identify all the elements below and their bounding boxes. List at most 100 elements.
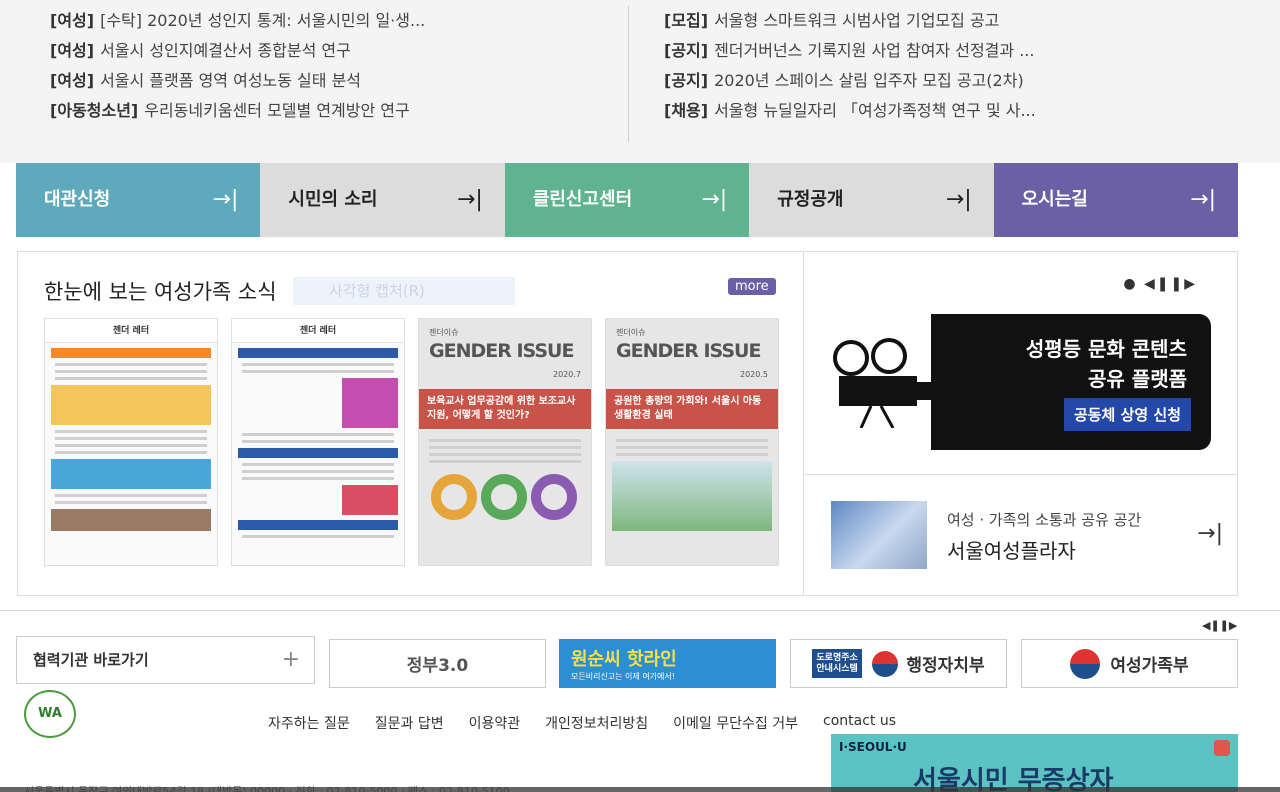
qna-link[interactable]: 질문과 답변	[375, 713, 444, 733]
seoul-women-plaza-link[interactable]: 여성 · 가족의 소통과 공유 공간 서울여성플라자 →|	[805, 475, 1238, 596]
promo-banner[interactable]: 성평등 문화 콘텐츠공유 플랫폼 공동체 상영 신청	[831, 314, 1211, 450]
slider-controls[interactable]: ● ◀❚❚▶	[1123, 276, 1197, 292]
capture-overlay: 사각형 캡처(R)	[293, 277, 515, 305]
thumbnail-date: 2020.5	[740, 370, 768, 379]
color-bar	[238, 520, 398, 530]
logo-text: 행정자치부	[906, 656, 985, 676]
contact-link[interactable]: contact us	[823, 713, 896, 733]
thumbnail-title: GENDER ISSUE	[616, 340, 761, 362]
news-category: [아동청소년]	[50, 101, 139, 120]
list-item[interactable]: [여성] 서울시 플랫폼 영역 여성노동 실태 분석	[50, 66, 610, 96]
image-block	[342, 378, 398, 428]
arrow-right-bar-icon: →|	[1197, 521, 1223, 546]
button-label: 클린신고센터	[532, 189, 633, 210]
building-photo	[831, 501, 927, 569]
promo-headline: 성평등 문화 콘텐츠공유 플랫폼	[1026, 334, 1187, 394]
screening-request-button[interactable]: 공동체 상영 신청	[1063, 398, 1191, 431]
news-title[interactable]: 서울시 플랫폼 영역 여성노동 실태 분석	[100, 71, 361, 90]
citizen-voice-button[interactable]: 시민의 소리 →|	[260, 163, 505, 237]
partner-shortcut-select[interactable]: 협력기관 바로가기 +	[16, 636, 315, 684]
list-item[interactable]: [여성] [수탁] 2020년 성인지 통계: 서울시민의 일·생...	[50, 6, 610, 36]
gov30-logo[interactable]: 정부3.0	[329, 639, 546, 688]
news-category: [여성]	[50, 41, 95, 60]
terms-link[interactable]: 이용약관	[469, 713, 521, 733]
gender-issue-thumbnail[interactable]: 젠더이슈 GENDER ISSUE 2020.5 공원한 총량의 가회와! 서울…	[605, 318, 779, 566]
research-news-list: [여성] [수탁] 2020년 성인지 통계: 서울시민의 일·생... [여성]…	[50, 6, 610, 126]
news-category: [여성]	[50, 11, 95, 30]
notice-list: [모집] 서울형 스마트워크 시범사업 기업모집 공고 [공지] 젠더거버넌스 기록…	[664, 6, 1224, 126]
more-button[interactable]: more	[728, 278, 776, 295]
news-title[interactable]: 서울시 성인지예결산서 종합분석 연구	[100, 41, 351, 60]
taegeuk-icon	[1070, 648, 1101, 679]
image-block	[342, 485, 398, 515]
newsletter-thumbnail[interactable]: 젠더 레터	[231, 318, 405, 566]
news-title[interactable]: 서울형 스마트워크 시범사업 기업모집 공고	[714, 11, 999, 30]
promo-background: 성평등 문화 콘텐츠공유 플랫폼 공동체 상영 신청	[931, 314, 1211, 450]
family-news-panel: 한눈에 보는 여성가족 소식 사각형 캡처(R) more 젠더 레터 젠더 레…	[17, 251, 804, 596]
thumbnail-header: 젠더 레터	[232, 319, 404, 343]
email-refusal-link[interactable]: 이메일 무단수집 거부	[673, 713, 798, 733]
close-icon[interactable]	[1214, 740, 1230, 756]
rental-request-button[interactable]: 대관신청 →|	[16, 163, 261, 237]
window-bottom-edge	[0, 787, 1280, 792]
divider	[0, 610, 1280, 611]
gender-issue-thumbnail[interactable]: 젠더이슈 GENDER ISSUE 2020.7 보육교사 업무공감에 위한 보…	[418, 318, 592, 566]
list-item[interactable]: [모집] 서울형 스마트워크 시범사업 기업모집 공고	[664, 6, 1224, 36]
list-item[interactable]: [공지] 2020년 스페이스 살림 입주자 모집 공고(2차)	[664, 66, 1224, 96]
image-block	[51, 509, 211, 531]
logo-text: 정부3.0	[406, 656, 469, 676]
promo-line: 공유 플랫폼	[1088, 367, 1187, 391]
thumbnail-headline: 보육교사 업무공감에 위한 보조교사 지원, 어떻게 할 것인가?	[419, 389, 591, 429]
news-category: [채용]	[664, 101, 709, 120]
news-title[interactable]: 서울형 뉴딜일자리 「여성가족정책 연구 및 사...	[714, 101, 1036, 120]
news-title[interactable]: 2020년 스페이스 살림 입주자 모집 공고(2차)	[714, 71, 1024, 90]
news-title[interactable]: 젠더거버넌스 기록지원 사업 참여자 선정결과 ...	[714, 41, 1034, 60]
taegeuk-icon	[872, 650, 899, 677]
news-category: [모집]	[664, 11, 709, 30]
button-label: 규정공개	[777, 189, 844, 210]
promo-line: 성평등 문화 콘텐츠	[1025, 337, 1187, 361]
button-label: 오시는길	[1021, 189, 1088, 210]
list-item[interactable]: [아동청소년] 우리동네키움센터 모델별 연계방안 연구	[50, 96, 610, 126]
plaza-name: 서울여성플라자	[947, 539, 1076, 563]
newsletter-thumbnail[interactable]: 젠더 레터	[44, 318, 218, 566]
logo-subtext: 모든비리신고는 이제 여기에서!	[571, 672, 675, 681]
panel-title: 한눈에 보는 여성가족 소식	[44, 280, 277, 304]
thumbnail-header: 젠더 레터	[45, 319, 217, 343]
city-illustration	[612, 461, 772, 531]
thumbnail-tag: 젠더이슈	[616, 328, 646, 337]
plaza-subtitle: 여성 · 가족의 소통과 공유 공간	[947, 511, 1142, 529]
directions-button[interactable]: 오시는길 →|	[993, 163, 1239, 237]
partner-shortcut-label: 협력기관 바로가기	[33, 651, 149, 669]
clean-report-button[interactable]: 클린신고센터 →|	[504, 163, 750, 237]
logo-text: 여성가족부	[1110, 656, 1189, 676]
arrow-right-bar-icon: →|	[701, 187, 728, 212]
list-item[interactable]: [여성] 서울시 성인지예결산서 종합분석 연구	[50, 36, 610, 66]
film-projector-icon	[833, 338, 937, 428]
partner-slider-controls[interactable]: ◀❚❚▶	[1202, 619, 1237, 632]
list-item[interactable]: [공지] 젠더거버넌스 기록지원 사업 참여자 선정결과 ...	[664, 36, 1224, 66]
faq-link[interactable]: 자주하는 질문	[268, 713, 350, 733]
arrow-right-bar-icon: →|	[212, 187, 239, 212]
arrow-right-bar-icon: →|	[456, 187, 483, 212]
road-address-badge: 도로명주소 안내시스템	[812, 648, 863, 679]
moi-logo[interactable]: 도로명주소 안내시스템 행정자치부	[790, 639, 1007, 688]
button-label: 시민의 소리	[288, 189, 378, 210]
news-section: [여성] [수탁] 2020년 성인지 통계: 서울시민의 일·생... [여성]…	[0, 0, 1280, 163]
list-item[interactable]: [채용] 서울형 뉴딜일자리 「여성가족정책 연구 및 사...	[664, 96, 1224, 126]
hotline-text: 원순씨 핫라인 모든비리신고는 이제 여기에서!	[571, 645, 677, 682]
regulations-button[interactable]: 규정공개 →|	[749, 163, 994, 237]
wa-certification-logo: WA	[24, 690, 76, 738]
mogef-logo[interactable]: 여성가족부	[1021, 639, 1238, 688]
campaign-banner[interactable]: I·SEOUL·U 서울시민 무증상자	[831, 734, 1238, 792]
column-divider	[628, 6, 629, 142]
news-title[interactable]: 우리동네키움센터 모델별 연계방안 연구	[144, 101, 410, 120]
color-bar	[238, 348, 398, 358]
culture-platform-banner: ● ◀❚❚▶ 성평등 문화 콘텐츠공유 플랫폼 공동체 상영 신청	[805, 251, 1238, 475]
footer-links: 자주하는 질문 질문과 답변 이용약관 개인정보처리방침 이메일 무단수집 거부…	[268, 713, 896, 733]
image-block	[51, 385, 211, 425]
news-title[interactable]: [수탁] 2020년 성인지 통계: 서울시민의 일·생...	[100, 11, 425, 30]
privacy-link[interactable]: 개인정보처리방침	[545, 713, 648, 733]
arrow-right-bar-icon: →|	[945, 187, 972, 212]
hotline-logo[interactable]: 원순씨 핫라인 모든비리신고는 이제 여기에서!	[559, 639, 776, 688]
